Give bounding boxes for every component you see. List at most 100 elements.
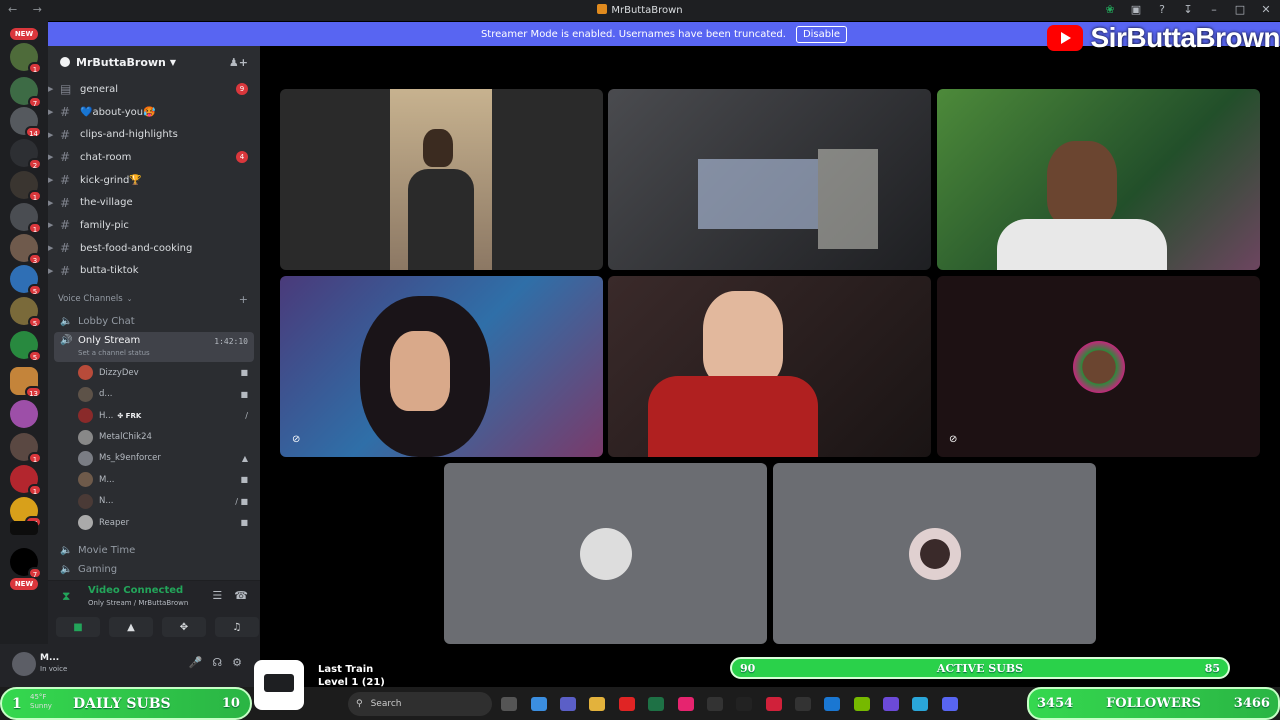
weather-widget[interactable]: 45°F Sunny xyxy=(30,693,52,711)
voice-channel-gaming[interactable]: 🔈 Gaming xyxy=(48,561,260,577)
hash-icon: # xyxy=(60,241,71,256)
voice-member[interactable]: N... ∕ ■ xyxy=(48,491,260,512)
add-member-icon[interactable]: ♟+ xyxy=(229,56,248,69)
inbox-icon[interactable]: ▣ xyxy=(1130,3,1142,16)
server-icon[interactable]: 7 xyxy=(10,548,42,579)
settings-gear-icon[interactable]: ⚙ xyxy=(232,656,242,669)
camera-feed xyxy=(818,149,878,249)
speaker-icon: 🔈 xyxy=(60,316,73,328)
edge-icon[interactable] xyxy=(912,697,928,711)
channel-butta-tiktok[interactable]: ▶ # butta-tiktok xyxy=(48,260,260,283)
video-tile[interactable] xyxy=(444,463,767,644)
app-logo-icon xyxy=(597,4,608,14)
server-icon[interactable]: 1 xyxy=(10,171,42,202)
noise-suppression-icon[interactable]: ☰ xyxy=(212,589,222,602)
video-tile[interactable]: ⊘ xyxy=(937,276,1260,457)
leaf-icon[interactable]: ❀ xyxy=(1104,3,1116,16)
browser-icon[interactable] xyxy=(824,697,840,711)
server-icon[interactable]: 1 xyxy=(10,203,42,234)
video-tile[interactable] xyxy=(608,276,931,457)
voice-member[interactable]: MetalChik24 xyxy=(48,426,260,447)
help-icon[interactable]: ? xyxy=(1156,3,1168,16)
channel-kick-grind[interactable]: ▶ # kick-grind🏆 xyxy=(48,169,260,192)
nvidia-icon[interactable] xyxy=(854,697,870,711)
user-avatar[interactable] xyxy=(12,652,36,676)
voice-channel-only-stream[interactable]: 🔊 Only Stream 1:42:10 Set a channel stat… xyxy=(54,332,254,363)
file-explorer-icon[interactable] xyxy=(589,697,605,711)
soundboard-button[interactable]: ♫ xyxy=(215,617,259,637)
server-header[interactable]: MrButtaBrown ▼ ♟+ xyxy=(48,46,260,78)
channel-about-you[interactable]: ▶ # 💙about-you🥵 xyxy=(48,101,260,124)
activities-button[interactable]: ✥ xyxy=(162,617,206,637)
voice-member[interactable]: Ms_k9enforcer ▲ xyxy=(48,448,260,469)
channel-status[interactable]: Set a channel status xyxy=(78,349,150,357)
camera-button[interactable]: ■ xyxy=(56,617,100,637)
screen-share-button[interactable]: ▲ xyxy=(109,617,153,637)
kick-server-icon[interactable] xyxy=(10,521,38,535)
maximize-icon[interactable]: □ xyxy=(1234,3,1246,16)
voice-member[interactable]: Reaper ■ xyxy=(48,512,260,533)
voice-member[interactable]: d... ■ xyxy=(48,384,260,405)
record-icon[interactable] xyxy=(766,697,782,711)
capcut-icon[interactable] xyxy=(795,697,811,711)
song-request-icon xyxy=(254,660,304,710)
voice-member[interactable]: H... ✤ FRK ∕ xyxy=(48,405,260,426)
download-icon[interactable]: ↧ xyxy=(1182,3,1194,16)
followers-bar: 3454 FOLLOWERS 3466 xyxy=(1027,687,1280,720)
server-icon[interactable]: 3 xyxy=(10,234,42,265)
video-tile[interactable] xyxy=(773,463,1096,644)
server-icon[interactable]: 7 xyxy=(10,77,42,108)
voice-channel-lobby[interactable]: 🔈 Lobby Chat xyxy=(48,310,260,332)
server-icon[interactable]: 2 xyxy=(10,139,42,170)
hash-icon: # xyxy=(60,195,71,210)
channel-chat-room[interactable]: ▶ # chat-room 4 xyxy=(48,146,260,169)
voice-category[interactable]: Voice Channels ⌄ + xyxy=(48,288,260,310)
excel-icon[interactable] xyxy=(648,697,664,711)
video-tile[interactable]: ⊘ xyxy=(280,276,603,457)
youtube-icon[interactable] xyxy=(619,697,635,711)
video-tile[interactable] xyxy=(937,89,1260,270)
voice-status-title[interactable]: Video Connected xyxy=(88,585,183,596)
server-icon[interactable]: 1 xyxy=(10,465,42,496)
voice-member[interactable]: M... ■ xyxy=(48,469,260,490)
video-tile[interactable] xyxy=(608,89,931,270)
disconnect-icon[interactable]: ☎ xyxy=(234,589,248,602)
server-icon[interactable] xyxy=(10,400,38,428)
server-icon[interactable]: 5 xyxy=(10,297,42,328)
server-icon[interactable]: 13 xyxy=(10,367,42,398)
channel-family-pic[interactable]: ▶ # family-pic xyxy=(48,214,260,237)
app-icon[interactable] xyxy=(883,697,899,711)
add-channel-icon[interactable]: + xyxy=(239,293,248,306)
video-tile[interactable] xyxy=(280,89,603,270)
headphones-icon[interactable]: ☊ xyxy=(212,656,222,669)
minimize-icon[interactable]: – xyxy=(1208,3,1220,16)
collapse-arrow-icon: ▶ xyxy=(48,108,54,117)
app-icon[interactable] xyxy=(736,697,752,711)
youtube-logo-icon xyxy=(1046,25,1083,51)
tiktok-icon[interactable] xyxy=(678,697,694,711)
channel-best-food-and-cooking[interactable]: ▶ # best-food-and-cooking xyxy=(48,237,260,260)
channel-general[interactable]: ▶ ▤ general 9 xyxy=(48,78,260,101)
disable-button[interactable]: Disable xyxy=(795,25,848,43)
voice-member[interactable]: DizzyDev ■ xyxy=(48,362,260,383)
taskbar-search[interactable]: ⚲ Search xyxy=(348,692,492,716)
channel-the-village[interactable]: ▶ # the-village xyxy=(48,191,260,214)
discord-icon[interactable] xyxy=(942,697,958,711)
voice-channel-movie-time[interactable]: 🔈 Movie Time xyxy=(48,539,260,561)
channel-clips-and-highlights[interactable]: ▶ # clips-and-highlights xyxy=(48,123,260,146)
obs-icon[interactable] xyxy=(707,697,723,711)
server-icon[interactable]: 1 xyxy=(10,433,42,464)
signal-icon[interactable]: ⧗ xyxy=(62,589,70,604)
task-view-icon[interactable] xyxy=(501,697,517,711)
microphone-icon[interactable]: 🎤 xyxy=(189,656,203,669)
copilot-icon[interactable] xyxy=(531,697,547,711)
server-icon[interactable]: 1 xyxy=(10,43,42,74)
server-icon[interactable]: 14 xyxy=(10,107,42,138)
teams-icon[interactable] xyxy=(560,697,576,711)
close-icon[interactable]: ✕ xyxy=(1260,3,1272,16)
muted-mic-icon: ∕ xyxy=(245,411,248,421)
server-icon[interactable]: 5 xyxy=(10,265,42,296)
server-icon[interactable]: 5 xyxy=(10,331,42,362)
voice-connected-panel: ⧗ Video Connected Only Stream / MrButtaB… xyxy=(48,580,260,644)
rules-icon: ▤ xyxy=(60,82,72,97)
